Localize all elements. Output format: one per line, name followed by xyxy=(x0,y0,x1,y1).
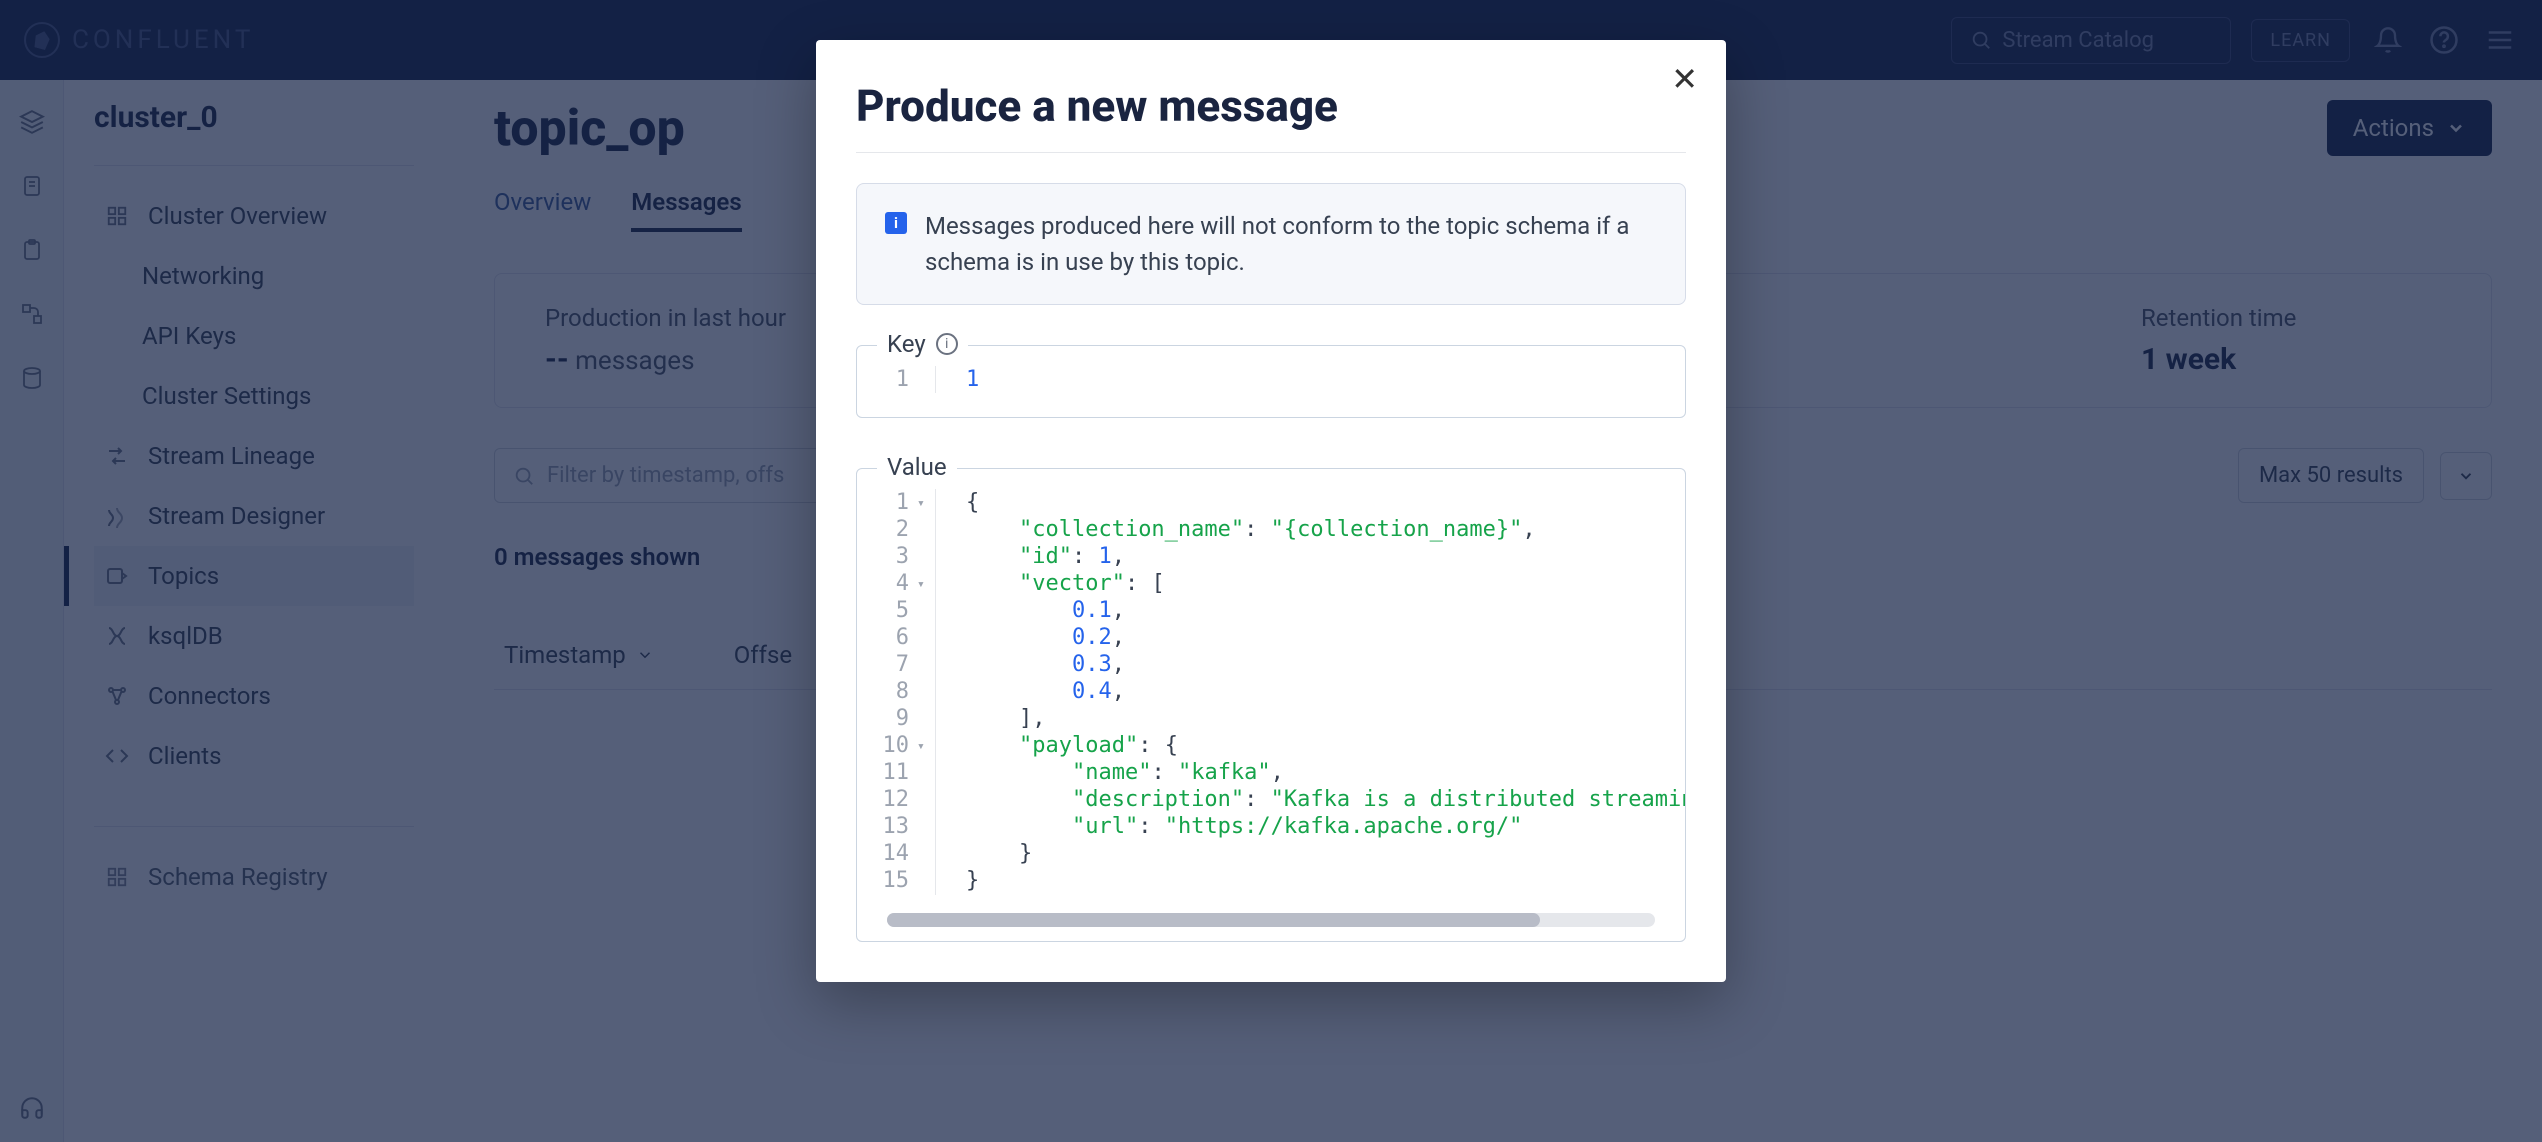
key-field-group: Key i 1 1 xyxy=(856,345,1686,418)
key-editor[interactable]: 1 1 xyxy=(857,346,1685,417)
modal-title: Produce a new message xyxy=(856,80,1686,153)
fold-gutter: ▾▾▾ xyxy=(917,489,935,895)
key-label: Key i xyxy=(877,330,968,358)
value-editor[interactable]: 123456789101112131415 ▾▾▾ { "collection_… xyxy=(857,469,1685,903)
code-area[interactable]: { "collection_name": "{collection_name}"… xyxy=(935,489,1685,895)
horizontal-scrollbar[interactable] xyxy=(887,913,1655,927)
value-label: Value xyxy=(877,453,957,481)
info-icon[interactable]: i xyxy=(936,333,958,355)
code-area[interactable]: 1 xyxy=(935,366,1685,393)
close-icon[interactable]: ✕ xyxy=(1671,60,1698,98)
info-text: Messages produced here will not conform … xyxy=(925,208,1657,280)
info-icon: i xyxy=(885,212,907,234)
produce-message-modal: ✕ Produce a new message i Messages produ… xyxy=(816,40,1726,982)
schema-warning-box: i Messages produced here will not confor… xyxy=(856,183,1686,305)
gutter: 123456789101112131415 xyxy=(857,489,917,895)
gutter: 1 xyxy=(857,366,917,393)
modal-scroll-area[interactable]: ✕ Produce a new message i Messages produ… xyxy=(816,40,1726,982)
value-field-group: Value 123456789101112131415 ▾▾▾ { "colle… xyxy=(856,468,1686,942)
fold-gutter xyxy=(917,366,935,393)
scrollbar-thumb[interactable] xyxy=(887,913,1540,927)
